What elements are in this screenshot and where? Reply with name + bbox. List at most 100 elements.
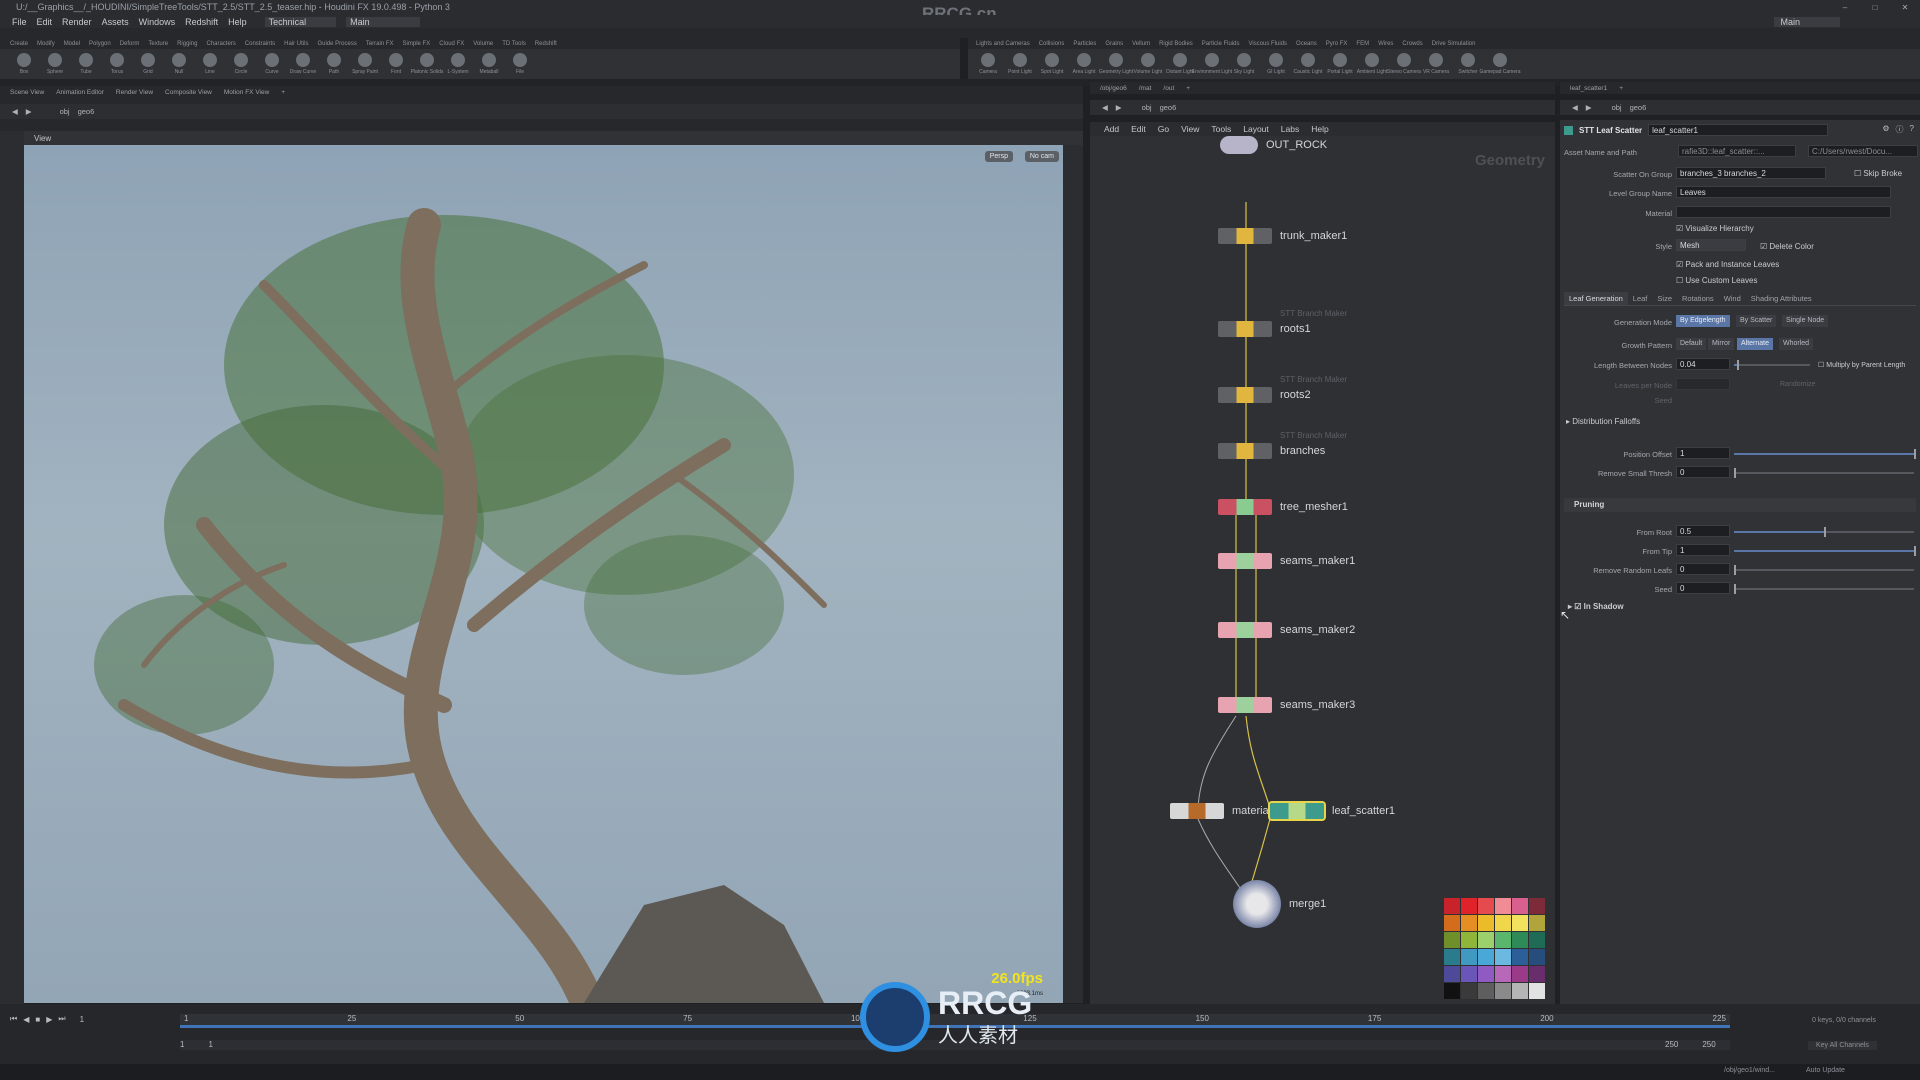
node-seams-maker2[interactable]: seams_maker2 [1218,622,1355,638]
palette-swatch[interactable] [1478,966,1494,982]
shelf-left-tab-8[interactable]: Constraints [245,41,275,47]
shelf-right-tool-3[interactable]: Area Light [1072,53,1096,75]
shelf-left-tool-14[interactable]: L-System [446,53,470,75]
shelf-right-tab-2[interactable]: Particles [1073,41,1096,47]
tab-composite-view[interactable]: Composite View [165,89,212,96]
palette-swatch[interactable] [1444,898,1460,914]
forward-icon[interactable]: ▶ [1116,103,1122,112]
camera-menu-button[interactable]: No cam [1024,151,1059,162]
shelf-right-tool-1[interactable]: Point Light [1008,53,1032,75]
gear-icon[interactable]: ⚙ [1882,124,1889,135]
nw-menu-edit[interactable]: Edit [1131,124,1146,134]
shelf-left-tab-2[interactable]: Model [64,41,80,47]
shelf-left-tool-6[interactable]: Line [198,53,222,75]
palette-swatch[interactable] [1444,915,1460,931]
shelf-right-tool-11[interactable]: Portal Light [1327,53,1353,75]
node-leaf-scatter1[interactable]: leaf_scatter1 [1268,801,1395,821]
slider-knob[interactable] [1734,565,1736,575]
palette-swatch[interactable] [1529,898,1545,914]
node-trunk-maker1[interactable]: trunk_maker1 [1218,228,1347,244]
distribution-falloffs-folder[interactable]: ▸ Distribution Falloffs [1566,417,1640,426]
add-tab-icon[interactable]: + [281,89,285,96]
back-icon[interactable]: ◀ [1572,103,1578,112]
stop-icon[interactable]: ■ [35,1015,40,1024]
shelf-left-tool-1[interactable]: Sphere [43,53,67,75]
shelf-left-tool-10[interactable]: Path [322,53,346,75]
remove-small-field[interactable]: 0 [1676,466,1730,478]
leaves-per-node-field[interactable] [1676,378,1730,390]
shelf-left-tab-0[interactable]: Create [10,41,28,47]
node-branches[interactable]: branches STT Branch Maker [1218,431,1347,459]
shelf-right-tool-16[interactable]: Gamepad Camera [1479,53,1521,75]
shelf-left-tool-2[interactable]: Tube [74,53,98,75]
nw-menu-layout[interactable]: Layout [1243,124,1269,134]
nw-menu-add[interactable]: Add [1104,124,1119,134]
palette-swatch[interactable] [1478,898,1494,914]
palette-swatch[interactable] [1512,966,1528,982]
tab-wind[interactable]: Wind [1719,292,1746,305]
palette-swatch[interactable] [1461,983,1477,999]
shelf-right-tab-12[interactable]: Crowds [1402,41,1422,47]
shelf-left-tab-5[interactable]: Texture [148,41,168,47]
pack-instance-checkbox[interactable]: ☑ Pack and Instance Leaves [1676,260,1779,269]
path-obj[interactable]: obj [1142,103,1152,112]
shelf-left-tab-11[interactable]: Terrain FX [366,41,394,47]
shelf-left-tool-5[interactable]: Null [167,53,191,75]
palette-swatch[interactable] [1461,898,1477,914]
menu-file[interactable]: File [12,17,27,27]
growth-default-button[interactable]: Default [1676,338,1707,350]
palette-swatch[interactable] [1495,983,1511,999]
shelf-right-tool-0[interactable]: Camera [976,53,1000,75]
shelf-left-tool-3[interactable]: Torus [105,53,129,75]
menu-assets[interactable]: Assets [102,17,129,27]
shelf-right-tool-7[interactable]: Environment Light [1192,53,1232,75]
shelf-left-tab-3[interactable]: Polygon [89,41,111,47]
shelf-right-tool-13[interactable]: Stereo Camera [1387,53,1421,75]
info-icon[interactable]: ⓘ [1896,124,1904,135]
length-between-slider[interactable] [1734,360,1810,370]
style-select[interactable]: Mesh [1676,239,1746,251]
slider-knob[interactable] [1824,527,1826,537]
menu-redshift[interactable]: Redshift [185,17,218,27]
menu-render[interactable]: Render [62,17,92,27]
path-obj[interactable]: obj [60,107,70,116]
growth-alternate-button[interactable]: Alternate [1737,338,1774,350]
shelf-left-tool-16[interactable]: File [508,53,532,75]
range-start2-field[interactable]: 1 [208,1040,212,1049]
current-frame-field[interactable]: 1 [80,1015,84,1024]
palette-swatch[interactable] [1444,932,1460,948]
key-all-channels-button[interactable]: Key All Channels [1808,1041,1877,1050]
shelf-left-tool-7[interactable]: Circle [229,53,253,75]
play-icon[interactable]: ▶ [46,1015,52,1024]
tab-leaf-scatter1[interactable]: leaf_scatter1 [1570,85,1607,92]
palette-swatch[interactable] [1512,983,1528,999]
from-tip-slider[interactable] [1734,546,1916,556]
multiply-parent-checkbox[interactable]: ☐ Multiply by Parent Length [1818,361,1905,369]
shelf-right-tab-6[interactable]: Particle Fluids [1202,41,1240,47]
shelf-left-tool-9[interactable]: Draw Curve [290,53,316,75]
forward-icon[interactable]: ▶ [1586,103,1592,112]
palette-swatch[interactable] [1529,949,1545,965]
palette-swatch[interactable] [1461,915,1477,931]
shelf-left-tab-9[interactable]: Hair Utils [284,41,308,47]
shelf-left-tab-1[interactable]: Modify [37,41,55,47]
forward-icon[interactable]: ▶ [26,107,32,116]
node-tree-mesher1[interactable]: tree_mesher1 [1218,499,1348,515]
growth-mirror-button[interactable]: Mirror [1708,338,1735,350]
tab-obj-geo6[interactable]: /obj/geo6 [1100,85,1127,92]
shelf-left-tool-15[interactable]: Metaball [477,53,501,75]
palette-swatch[interactable] [1512,949,1528,965]
node-roots2[interactable]: roots2 STT Branch Maker [1218,375,1347,403]
jump-start-icon[interactable]: ⏮ [10,1014,17,1024]
palette-swatch[interactable] [1461,932,1477,948]
palette-swatch[interactable] [1529,983,1545,999]
tab-out[interactable]: /out [1163,85,1174,92]
shelf-right-tab-8[interactable]: Oceans [1296,41,1317,47]
scatter-group-field[interactable]: branches_3 branches_2 [1676,167,1826,179]
nw-menu-tools[interactable]: Tools [1211,124,1231,134]
palette-swatch[interactable] [1478,915,1494,931]
in-shadow-folder[interactable]: ▸ ☑ In Shadow [1568,602,1624,611]
shelf-right-tab-11[interactable]: Wires [1378,41,1393,47]
palette-swatch[interactable] [1461,966,1477,982]
maximize-icon[interactable]: □ [1860,0,1890,15]
